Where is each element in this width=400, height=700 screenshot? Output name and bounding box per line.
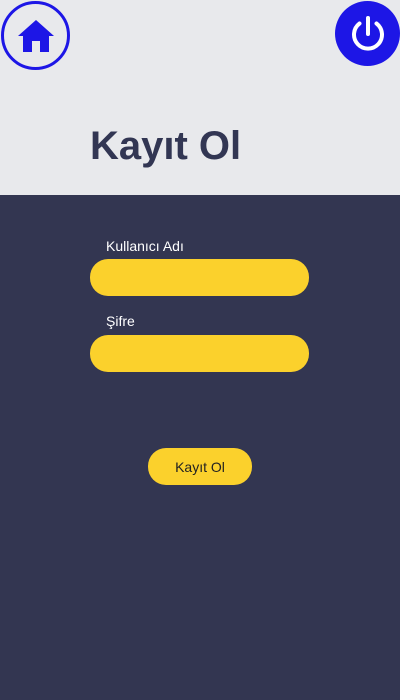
- power-icon: [351, 15, 384, 51]
- register-button[interactable]: Kayıt Ol: [148, 448, 252, 485]
- home-icon: [17, 19, 54, 52]
- home-button[interactable]: [1, 1, 70, 70]
- username-label: Kullanıcı Adı: [106, 238, 184, 254]
- page-title: Kayıt Ol: [90, 124, 242, 168]
- password-field[interactable]: [90, 335, 309, 372]
- username-field[interactable]: [90, 259, 309, 296]
- password-label: Şifre: [106, 313, 135, 329]
- register-form: Kullanıcı Adı Şifre Kayıt Ol: [0, 195, 400, 700]
- header-section: Kayıt Ol: [0, 0, 400, 195]
- power-button[interactable]: [335, 1, 400, 66]
